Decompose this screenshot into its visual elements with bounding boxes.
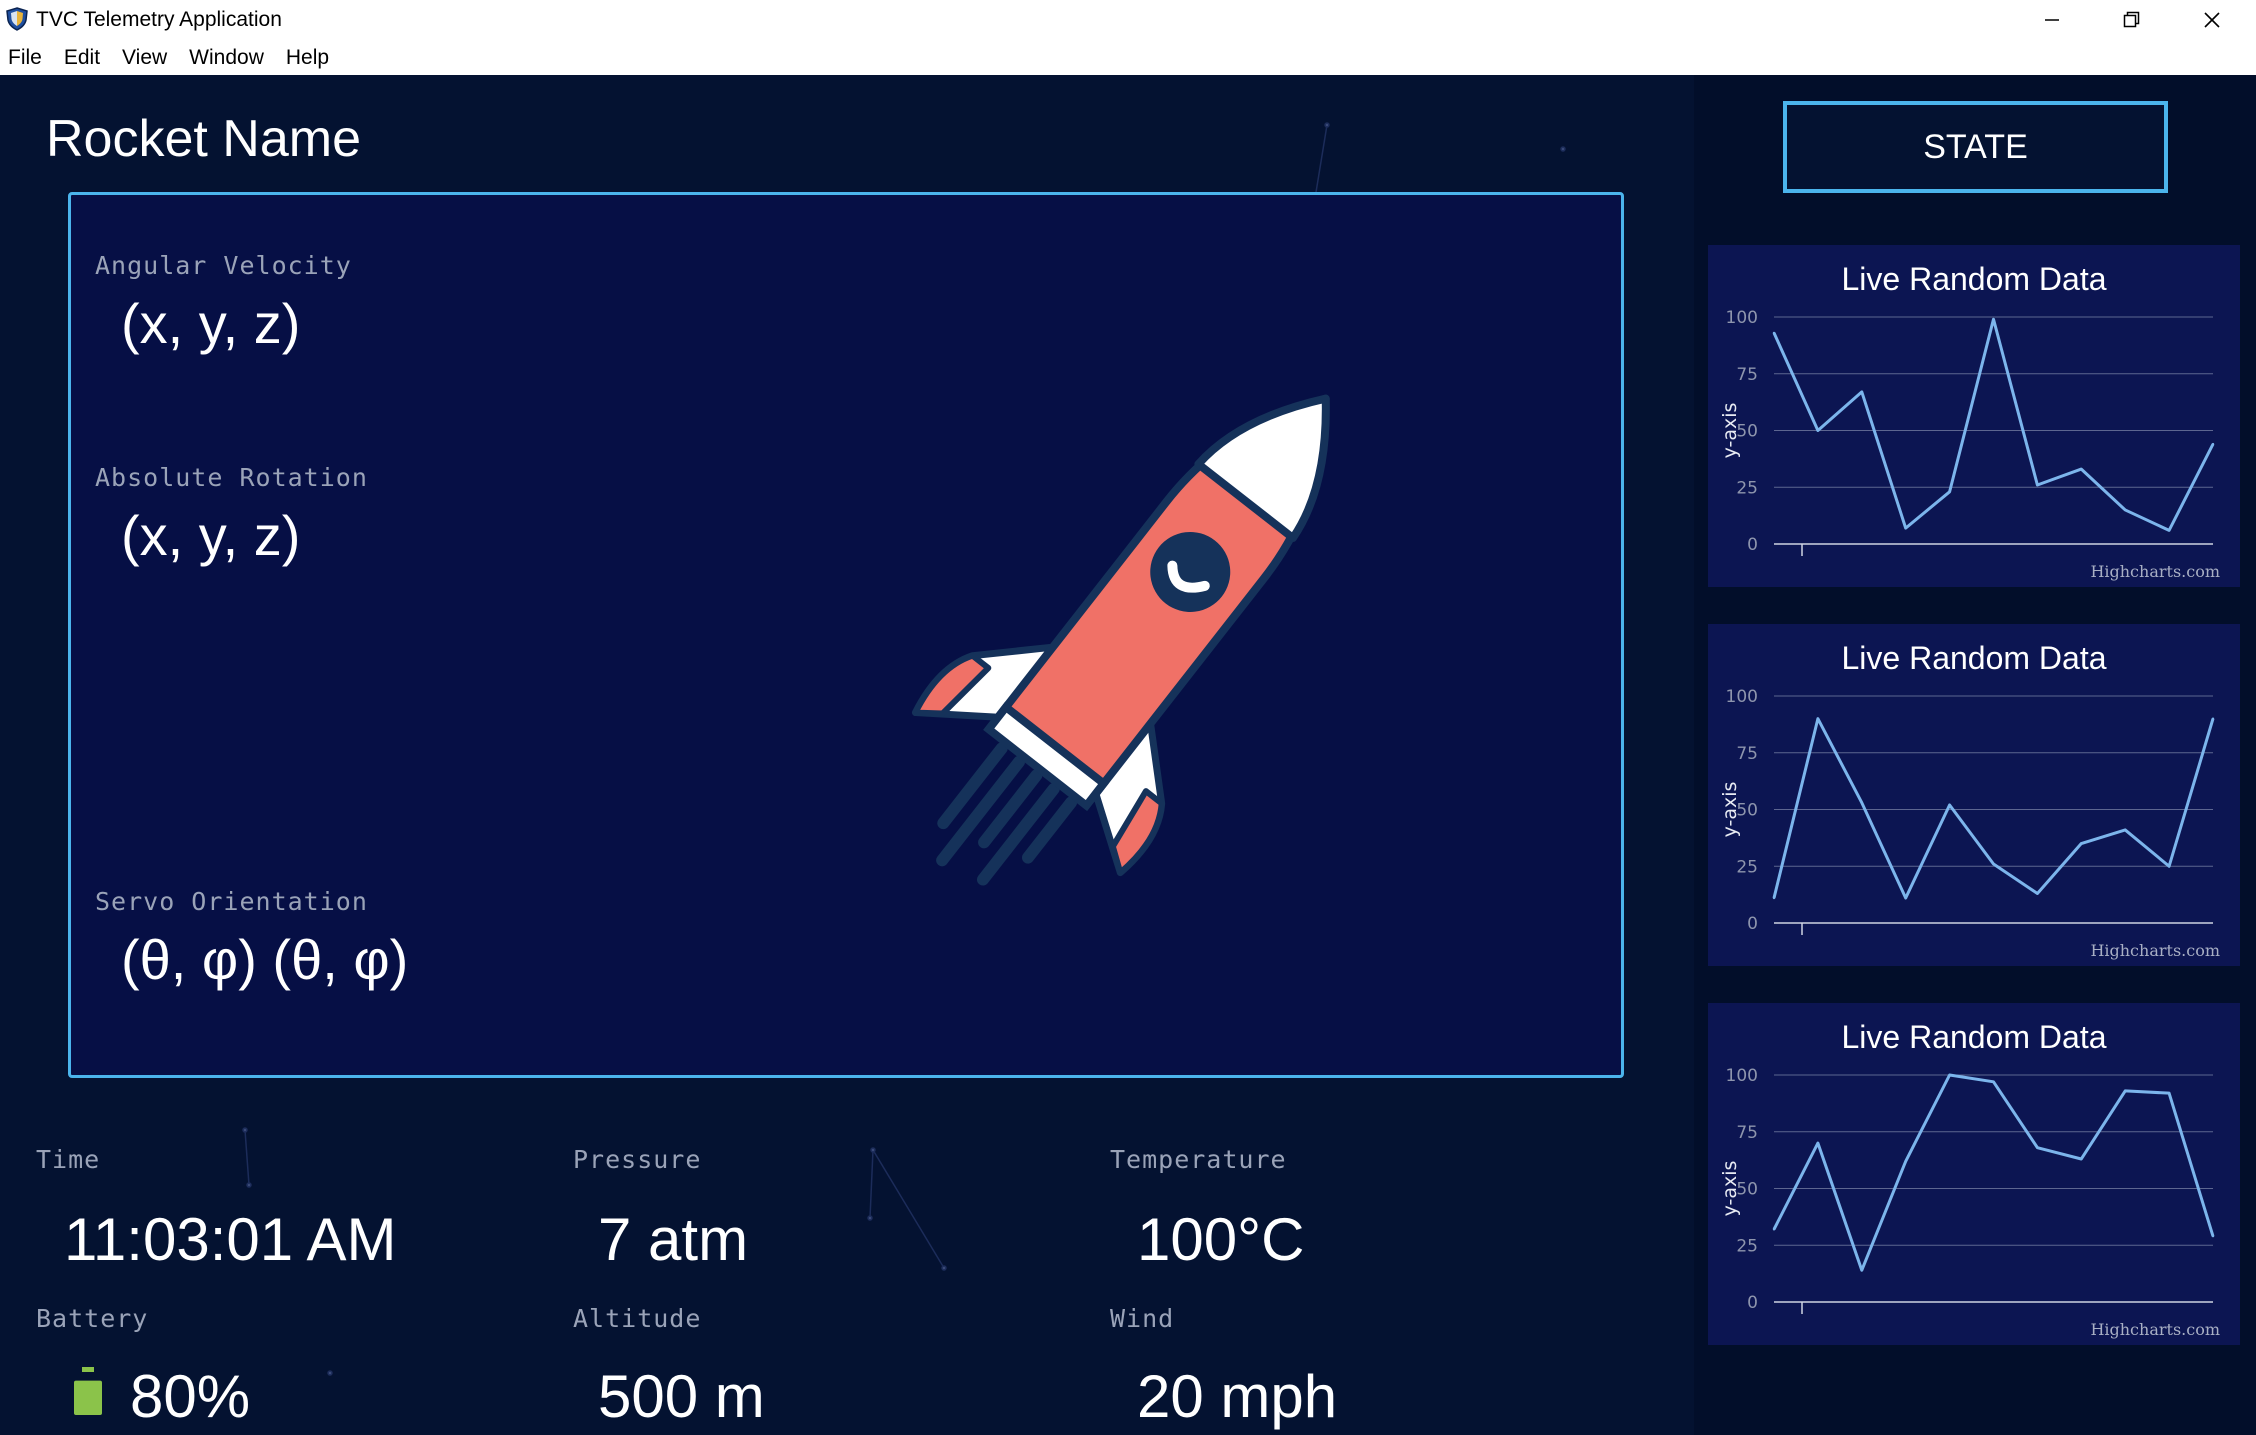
title-bar: TVC Telemetry Application — [0, 0, 2256, 40]
data-point — [1904, 526, 1907, 530]
y-tick-label: 0 — [1747, 535, 1758, 555]
data-point — [1772, 331, 1776, 335]
app-shield-icon — [6, 7, 28, 31]
temperature-value: 100°C — [1137, 1206, 1305, 1273]
data-point — [1860, 801, 1863, 804]
data-point — [1948, 803, 1951, 807]
data-point — [1948, 490, 1951, 493]
data-point — [2080, 467, 2083, 471]
servo-orientation-label: Servo Orientation — [95, 887, 368, 916]
altitude-label: Altitude — [573, 1304, 702, 1333]
chart-title: Live Random Data — [1841, 261, 2107, 297]
data-point — [1772, 896, 1776, 900]
time-value: 11:03:01 AM — [64, 1206, 397, 1273]
rocket-illustration — [911, 394, 1330, 886]
data-point — [2080, 842, 2083, 845]
y-tick-label: 25 — [1736, 1236, 1758, 1256]
battery-value: 80% — [130, 1363, 251, 1430]
pressure-value: 7 atm — [598, 1206, 749, 1273]
y-tick-label: 75 — [1736, 744, 1758, 764]
pressure-label: Pressure — [573, 1145, 702, 1174]
menu-window[interactable]: Window — [189, 46, 264, 70]
data-point — [2167, 529, 2171, 532]
y-tick-label: 100 — [1726, 308, 1758, 328]
rocket-name-title: Rocket Name — [46, 110, 361, 168]
window-title: TVC Telemetry Application — [36, 8, 282, 31]
battery-icon — [74, 1367, 102, 1415]
y-axis-label: y-axis — [1719, 782, 1741, 838]
restore-icon — [2123, 11, 2140, 28]
data-point — [1772, 1228, 1776, 1231]
chart-credit-link[interactable]: Highcharts.com — [2090, 562, 2220, 581]
state-button[interactable]: STATE — [1783, 101, 2168, 193]
data-point — [1860, 390, 1863, 394]
angular-velocity-label: Angular Velocity — [95, 251, 352, 280]
y-tick-label: 25 — [1736, 857, 1758, 877]
data-point — [1992, 318, 1995, 321]
data-point — [2167, 1091, 2171, 1095]
servo-orientation-value: (θ, φ) (θ, φ) — [121, 928, 409, 991]
wind-value: 20 mph — [1137, 1363, 1338, 1430]
orientation-panel: Angular Velocity (x, y, z) Absolute Rota… — [68, 192, 1624, 1078]
series-line — [1772, 717, 2215, 900]
data-point — [2036, 892, 2039, 895]
chart-credit-link[interactable]: Highcharts.com — [2090, 941, 2220, 960]
data-point — [2167, 865, 2171, 868]
data-point — [1992, 1080, 1995, 1084]
y-tick-label: 25 — [1736, 478, 1758, 498]
data-point — [1816, 429, 1820, 432]
y-tick-label: 100 — [1726, 687, 1758, 707]
data-point — [2124, 1089, 2127, 1093]
chart-title: Live Random Data — [1841, 640, 2107, 676]
live-chart-3: 0 25 50 75 100 y-axis Live Random Data Highch… — [1708, 1003, 2240, 1345]
close-button[interactable] — [2172, 0, 2252, 40]
data-point — [1860, 1269, 1863, 1272]
data-point — [2124, 508, 2127, 512]
series-line — [1772, 1073, 2215, 1272]
y-tick-label: 75 — [1736, 365, 1758, 385]
data-point — [2124, 828, 2127, 832]
chart-credit-link[interactable]: Highcharts.com — [2090, 1320, 2220, 1339]
y-tick-label: 75 — [1736, 1123, 1758, 1143]
y-axis-label: y-axis — [1719, 1161, 1741, 1217]
data-point — [1816, 1141, 1820, 1145]
minimize-button[interactable] — [2012, 0, 2092, 40]
menu-bar: File Edit View Window Help — [0, 40, 2256, 75]
absolute-rotation-value: (x, y, z) — [121, 504, 301, 567]
data-point — [1992, 862, 1995, 866]
y-tick-label: 0 — [1747, 914, 1758, 934]
chart-title: Live Random Data — [1841, 1019, 2107, 1055]
telemetry-main: Rocket Name Angular Velocity (x, y, z) A… — [0, 75, 1694, 1435]
data-point — [1904, 896, 1907, 900]
series-line — [1772, 317, 2215, 532]
altitude-value: 500 m — [598, 1363, 765, 1430]
minimize-icon — [2045, 19, 2059, 21]
data-point — [2036, 483, 2039, 487]
y-tick-label: 0 — [1747, 1293, 1758, 1313]
data-point — [1904, 1160, 1907, 1163]
menu-help[interactable]: Help — [286, 46, 329, 70]
live-chart-2: 0 25 50 75 100 y-axis Live Random Data Highch… — [1708, 624, 2240, 966]
y-axis-label: y-axis — [1719, 403, 1741, 459]
menu-file[interactable]: File — [8, 46, 42, 70]
data-point — [2211, 1234, 2215, 1238]
data-point — [2036, 1146, 2039, 1149]
absolute-rotation-label: Absolute Rotation — [95, 463, 368, 492]
menu-view[interactable]: View — [122, 46, 167, 70]
battery-label: Battery — [36, 1304, 149, 1333]
live-chart-1: 0 25 50 75 100 y-axis Live Random Data Highch… — [1708, 245, 2240, 587]
data-point — [1816, 717, 1820, 720]
restore-button[interactable] — [2092, 0, 2172, 40]
temperature-label: Temperature — [1110, 1145, 1287, 1174]
time-label: Time — [36, 1145, 101, 1174]
data-point — [1948, 1073, 1951, 1077]
close-icon — [2204, 12, 2220, 28]
angular-velocity-value: (x, y, z) — [121, 292, 301, 355]
data-point — [2211, 442, 2215, 446]
y-tick-label: 100 — [1726, 1066, 1758, 1086]
data-point — [2211, 717, 2215, 720]
data-point — [2080, 1157, 2083, 1161]
menu-edit[interactable]: Edit — [64, 46, 100, 70]
wind-label: Wind — [1110, 1304, 1175, 1333]
